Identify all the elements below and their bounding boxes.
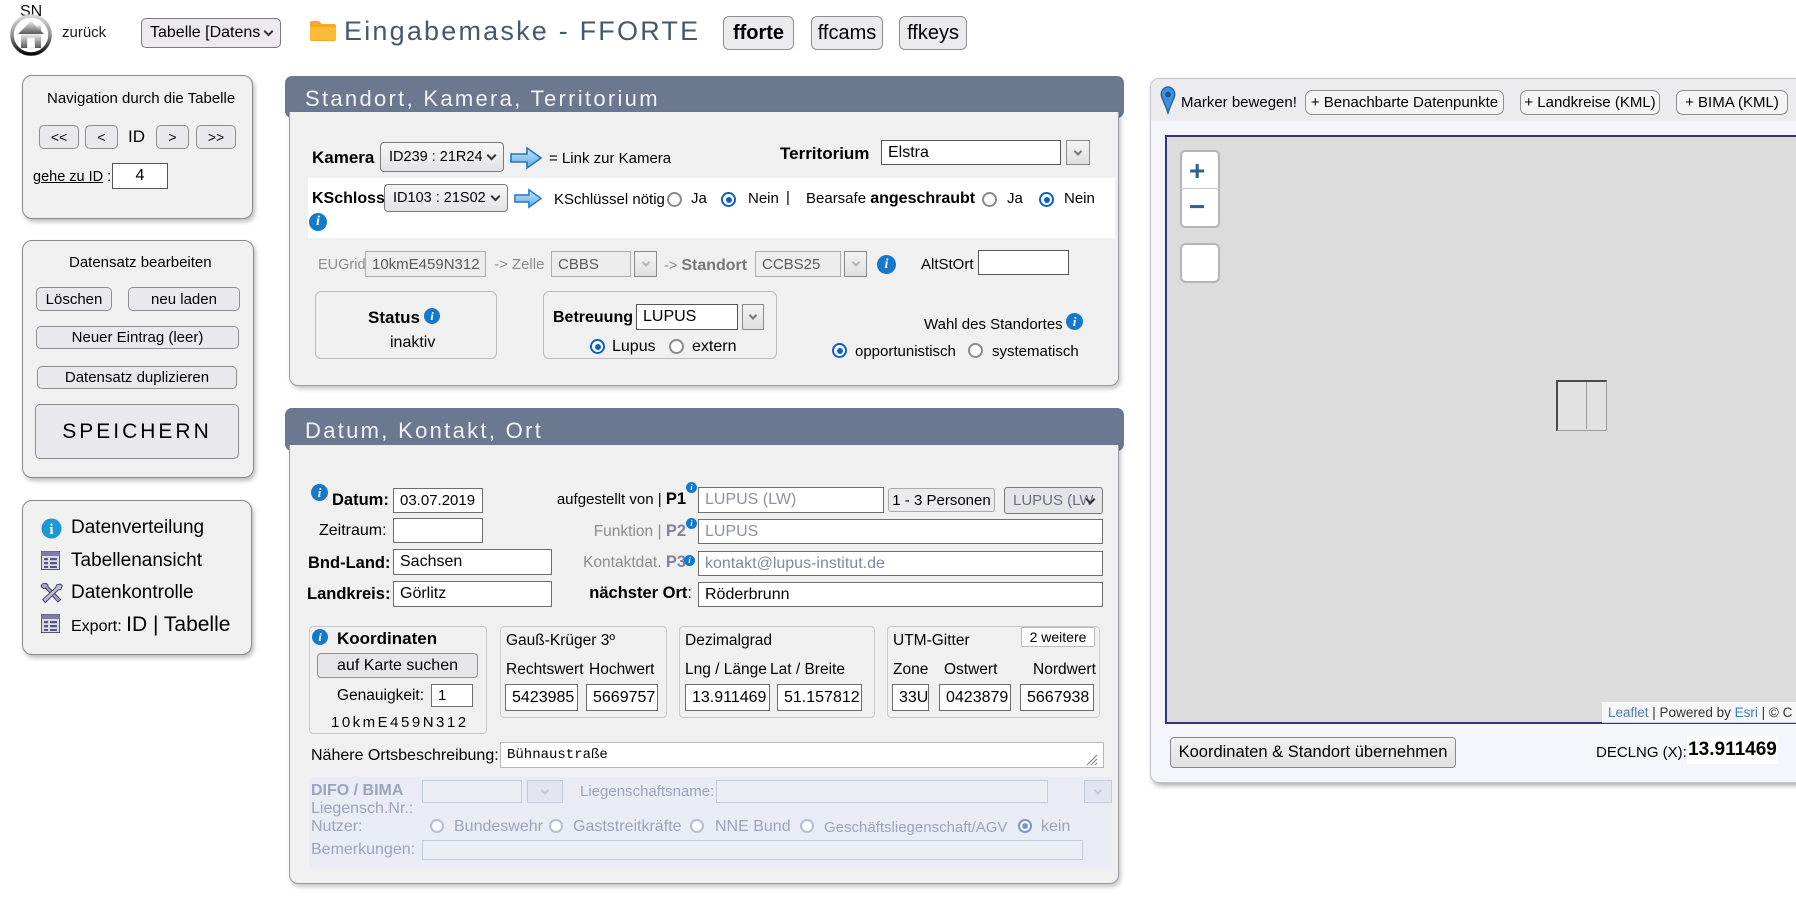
svg-text:i: i [49,522,53,538]
